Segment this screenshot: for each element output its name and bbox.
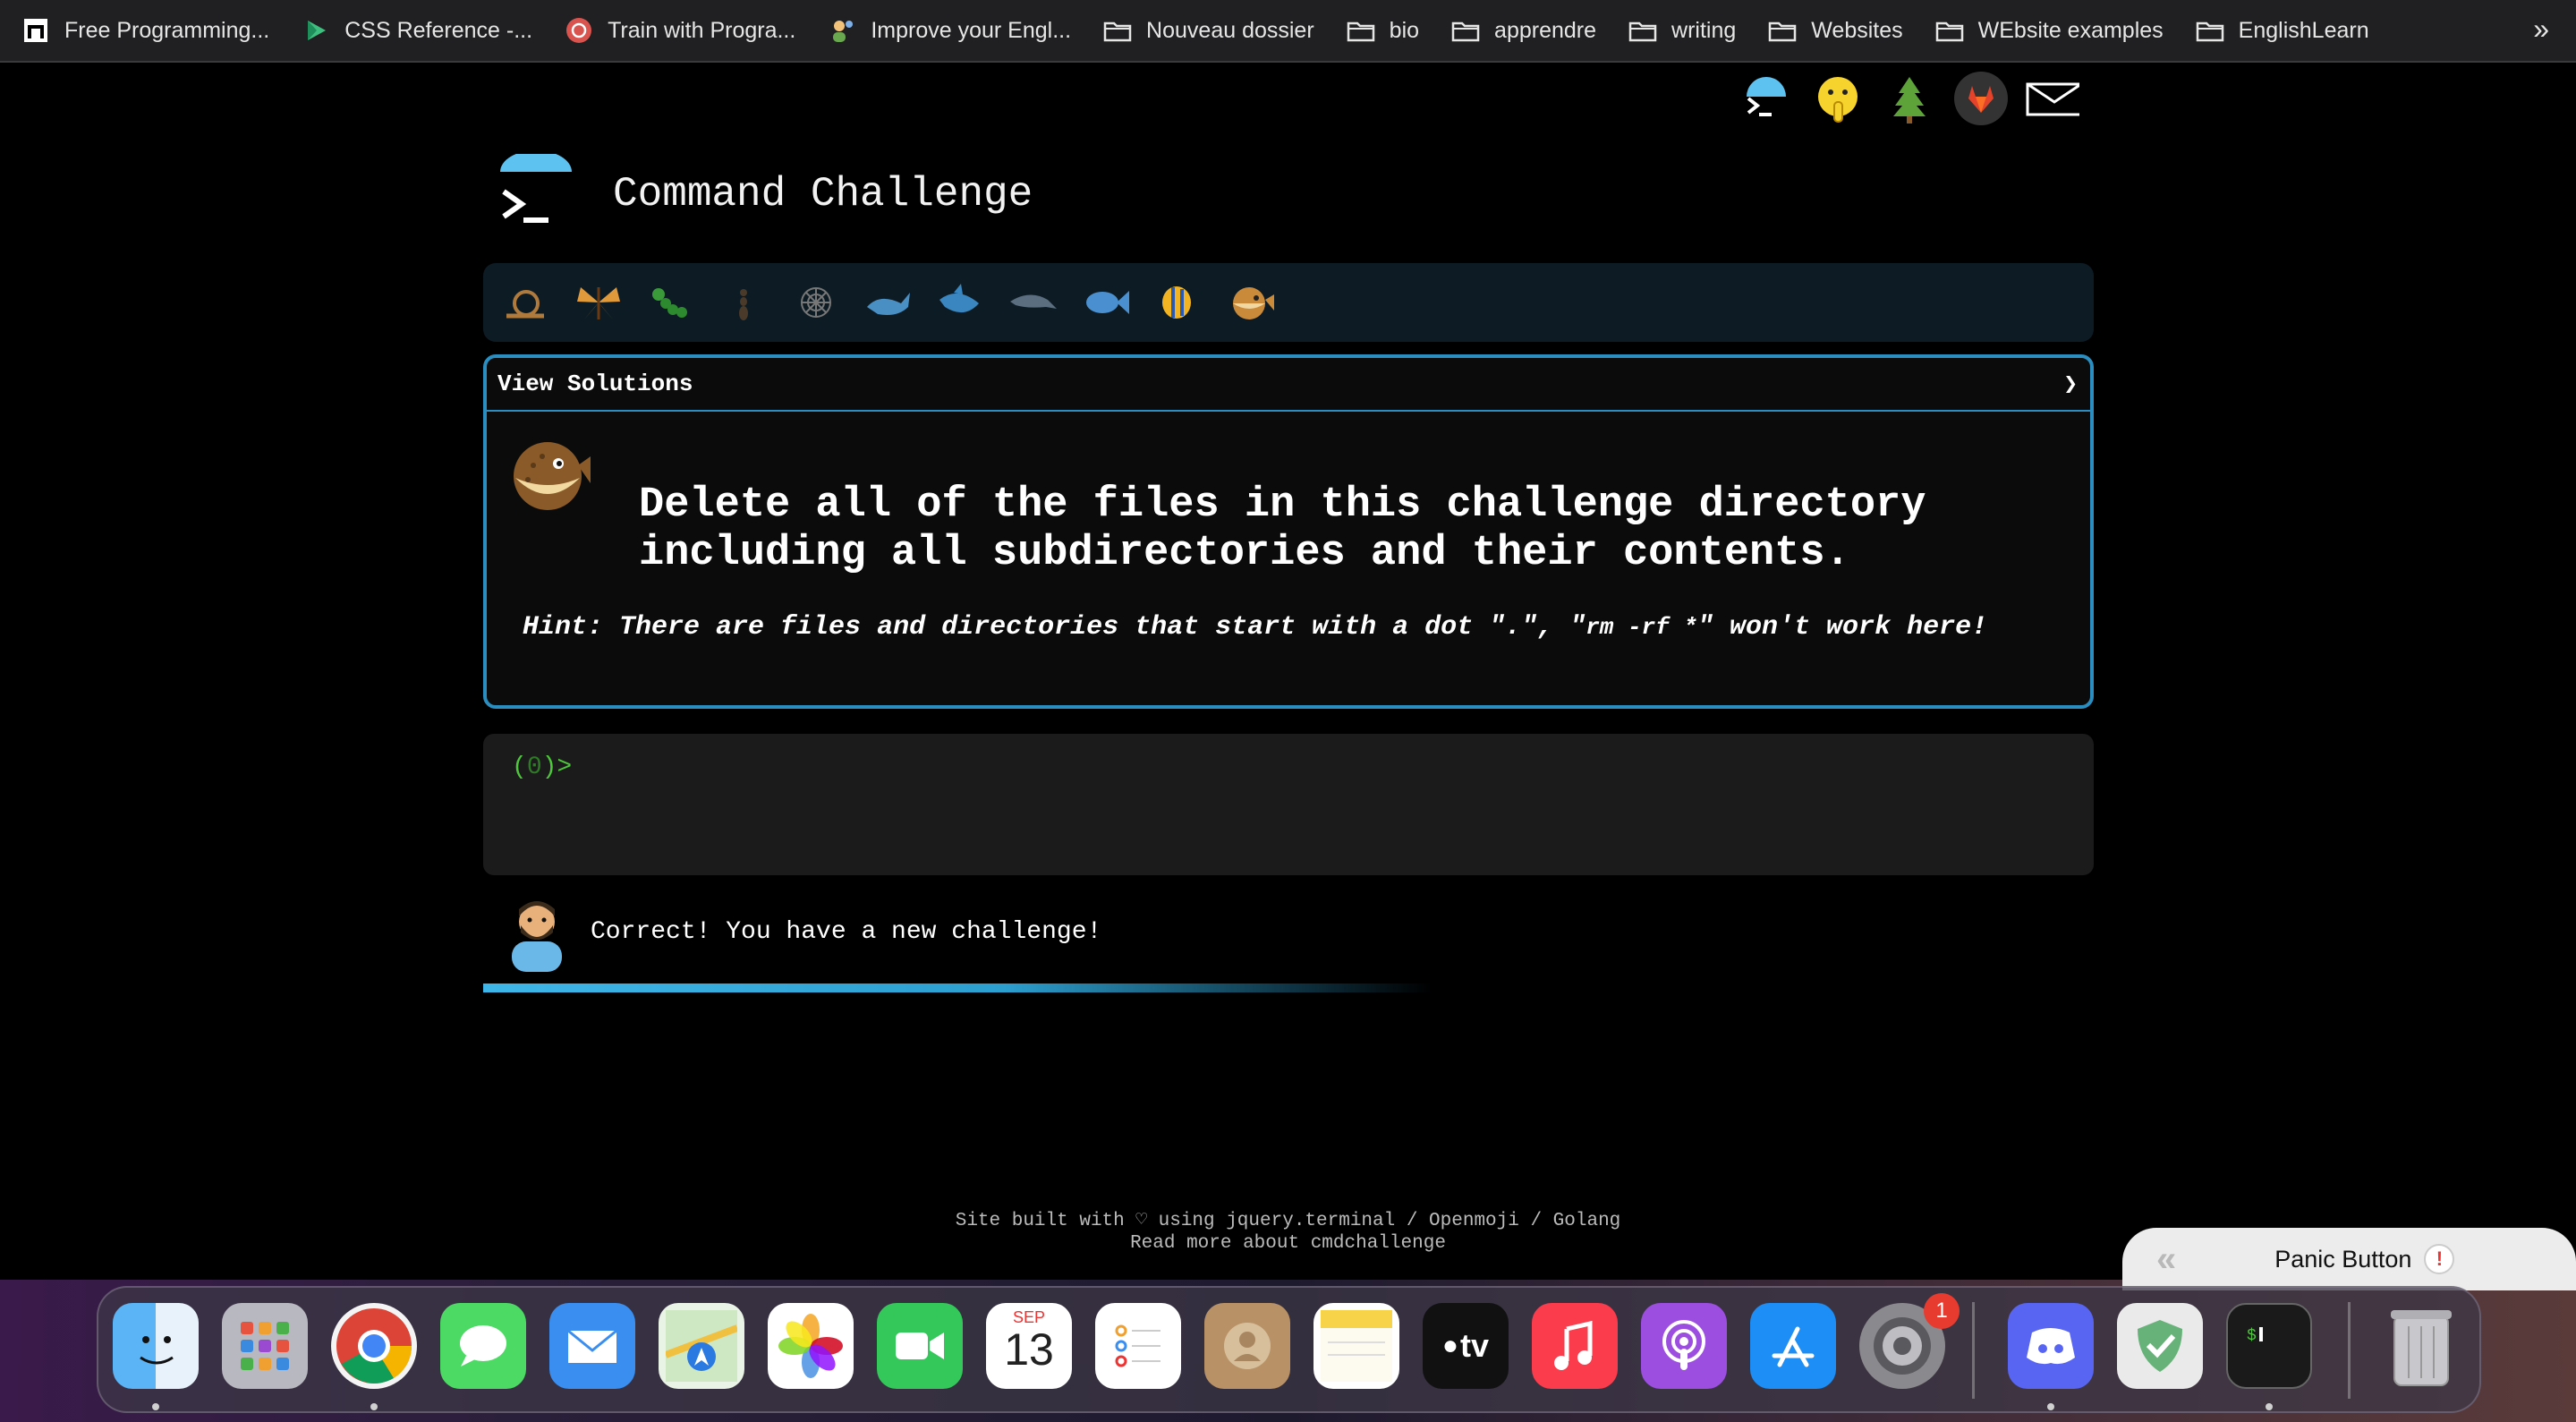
terminal-prompt: (0)> — [512, 754, 573, 781]
tree-icon[interactable] — [1883, 72, 1936, 125]
maps-icon[interactable] — [659, 1303, 744, 1389]
messages-icon[interactable] — [440, 1303, 526, 1389]
chevron-right-icon: ❯ — [2063, 370, 2078, 398]
calendar-icon[interactable]: SEP 13 — [986, 1303, 1072, 1389]
progress-bar — [483, 983, 1432, 992]
panic-button[interactable]: « Panic Button ! — [2122, 1228, 2576, 1290]
dolphin-icon[interactable] — [1005, 274, 1062, 331]
gitlab-icon[interactable] — [1954, 72, 2008, 125]
bookmark-css-reference[interactable]: CSS Reference -... — [302, 0, 532, 62]
hint-code: rm -rf * — [1586, 614, 1698, 641]
launchpad-icon[interactable] — [222, 1303, 308, 1389]
bookmark-free-programming[interactable]: Free Programming... — [21, 0, 269, 62]
shark-icon[interactable] — [932, 274, 990, 331]
challenge-hint: Hint: There are files and directories th… — [523, 612, 1988, 643]
bookmark-train-with-programming[interactable]: Train with Progra... — [565, 0, 795, 62]
apple-logo-icon: ● — [1441, 1331, 1459, 1360]
person-icon — [828, 16, 856, 45]
trash-icon[interactable] — [2378, 1303, 2464, 1389]
man-technologist-icon — [501, 891, 573, 972]
music-icon[interactable] — [1532, 1303, 1618, 1389]
bookmarks-overflow-button[interactable]: » — [2533, 13, 2549, 46]
openai-icon — [565, 16, 593, 45]
finder-icon[interactable] — [113, 1303, 199, 1389]
folder-icon — [1347, 16, 1375, 45]
folder-icon — [1451, 16, 1480, 45]
dock-separator — [1972, 1302, 1975, 1399]
challenge-description: Delete all of the files in this challeng… — [639, 481, 1926, 577]
folder-icon — [1935, 16, 1964, 45]
view-solutions-label: View Solutions — [497, 370, 693, 397]
bookmarks-bar: Free Programming... CSS Reference -... T… — [0, 0, 2576, 63]
chrome-icon[interactable] — [331, 1303, 417, 1389]
spider-web-icon[interactable] — [787, 274, 845, 331]
terminal-app-icon[interactable]: $ — [2226, 1303, 2312, 1389]
running-indicator — [2266, 1403, 2273, 1410]
bookmark-folder-bio[interactable]: bio — [1347, 0, 1419, 62]
butterfly-icon[interactable] — [570, 274, 627, 331]
running-indicator — [152, 1403, 159, 1410]
terminal-logo-icon[interactable] — [497, 150, 577, 234]
discord-icon[interactable] — [2008, 1303, 2094, 1389]
podcasts-icon[interactable] — [1641, 1303, 1727, 1389]
feedback-row: Correct! You have a new challenge! — [501, 891, 1101, 972]
top-icon-links — [1739, 72, 2079, 125]
ant-icon[interactable] — [715, 274, 772, 331]
bookmark-folder-website-examples[interactable]: WEbsite examples — [1935, 0, 2164, 62]
challenge-panel: View Solutions ❯ Delete all of the files… — [483, 354, 2094, 709]
feedback-message: Correct! You have a new challenge! — [591, 917, 1102, 946]
calendar-day: 13 — [1004, 1324, 1054, 1375]
bookmark-folder-writing[interactable]: writing — [1628, 0, 1736, 62]
alert-icon: ! — [2424, 1244, 2455, 1274]
running-indicator — [2047, 1403, 2054, 1410]
facetime-icon[interactable] — [877, 1303, 963, 1389]
contacts-icon[interactable] — [1204, 1303, 1290, 1389]
folder-icon — [1768, 16, 1797, 45]
view-solutions-toggle[interactable]: View Solutions ❯ — [487, 358, 2090, 412]
site-title[interactable]: Command Challenge — [613, 171, 1033, 217]
bookmark-improve-english[interactable]: Improve your Engl... — [828, 0, 1071, 62]
challenge-progress-animals — [483, 263, 2094, 342]
folder-icon — [1103, 16, 1132, 45]
site-header: Command Challenge — [497, 150, 1033, 234]
panic-button-label: Panic Button — [2274, 1245, 2412, 1273]
dock-separator — [2348, 1302, 2351, 1399]
svg-text:$: $ — [2247, 1327, 2257, 1345]
notes-icon[interactable] — [1314, 1303, 1399, 1389]
whale-icon[interactable] — [860, 274, 917, 331]
tv-label: tv — [1460, 1327, 1490, 1364]
adguard-icon[interactable] — [2117, 1303, 2203, 1389]
caterpillar-icon[interactable] — [642, 274, 700, 331]
blowfish-icon[interactable] — [1222, 274, 1279, 331]
folder-icon — [1628, 16, 1657, 45]
terminal-icon[interactable] — [1739, 72, 1793, 125]
bookmark-folder-englishlearn[interactable]: EnglishLearn — [2196, 0, 2369, 62]
blowfish-icon — [503, 430, 592, 519]
bookmark-folder-nouveau-dossier[interactable]: Nouveau dossier — [1103, 0, 1314, 62]
freecodecamp-icon — [21, 16, 50, 45]
chevron-left-icon[interactable]: « — [2156, 1239, 2176, 1280]
running-indicator — [370, 1403, 378, 1410]
photos-icon[interactable] — [768, 1303, 854, 1389]
tropical-fish-icon[interactable] — [1150, 274, 1207, 331]
prompt-count: 0 — [526, 754, 542, 781]
terminal-input[interactable]: (0)> — [483, 734, 2094, 875]
mail-icon[interactable] — [2026, 72, 2079, 125]
folder-icon — [2196, 16, 2224, 45]
apple-tv-icon[interactable]: ● tv — [1423, 1303, 1509, 1389]
notification-badge: 1 — [1924, 1293, 1960, 1329]
bookmark-folder-websites[interactable]: Websites — [1768, 0, 1903, 62]
app-store-icon[interactable] — [1750, 1303, 1836, 1389]
css-reference-icon — [302, 16, 330, 45]
snail-icon[interactable] — [497, 274, 555, 331]
bookmark-folder-apprendre[interactable]: apprendre — [1451, 0, 1596, 62]
shushing-face-icon[interactable] — [1811, 72, 1865, 125]
fish-icon[interactable] — [1077, 274, 1135, 331]
dock: SEP 13 ● tv 1 $ — [97, 1286, 2481, 1413]
mail-app-icon[interactable] — [549, 1303, 635, 1389]
reminders-icon[interactable] — [1095, 1303, 1181, 1389]
